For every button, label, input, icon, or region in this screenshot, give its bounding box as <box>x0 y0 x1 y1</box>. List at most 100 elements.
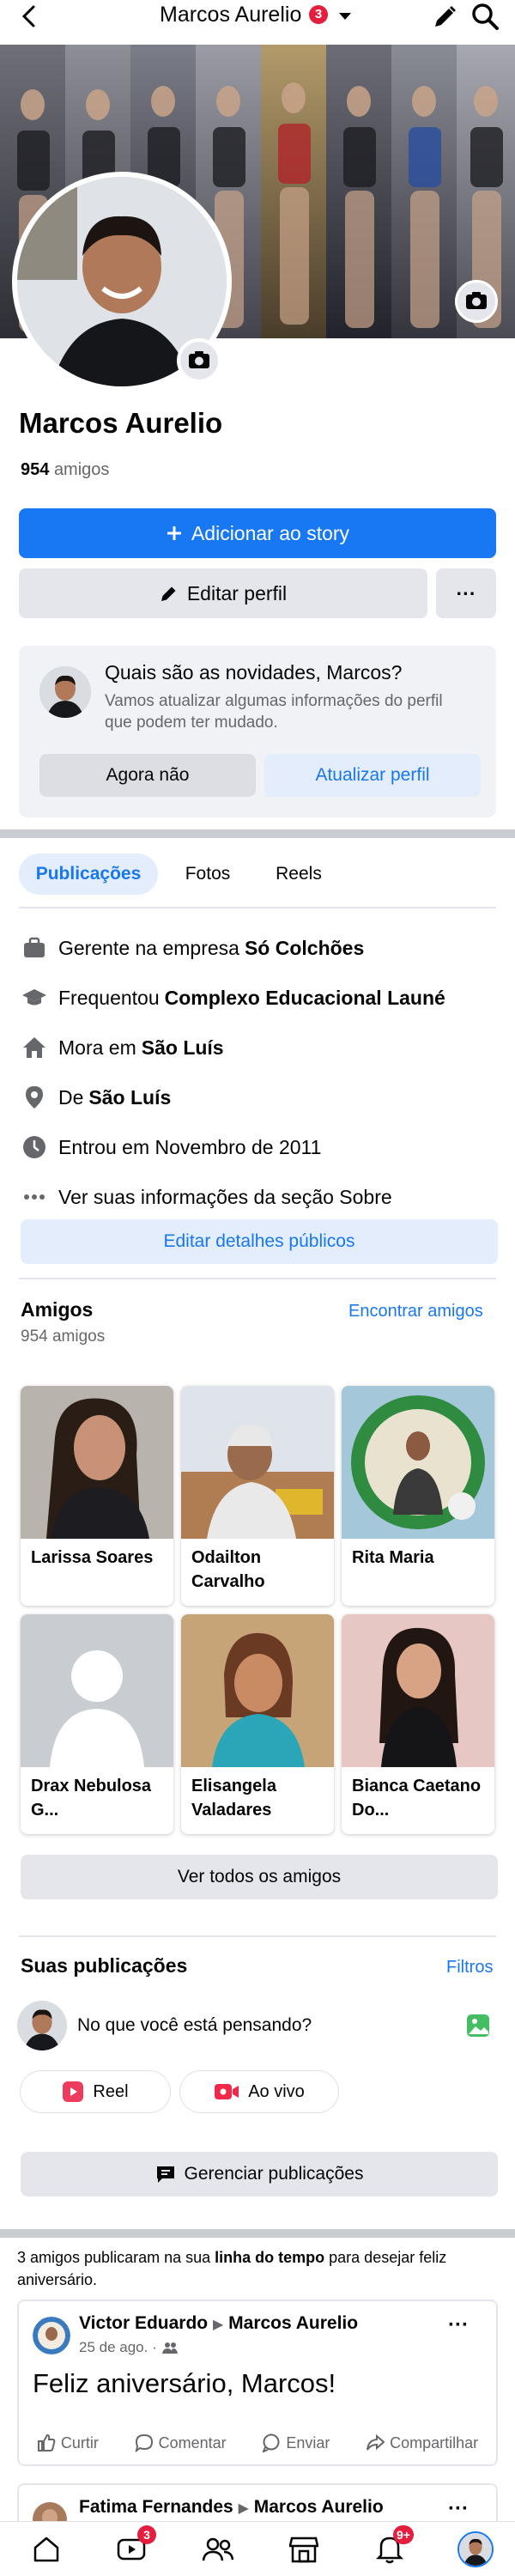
about-education: Frequentou Complexo Educacional Launé <box>21 981 445 1015</box>
about-education-bold[interactable]: Complexo Educacional Launé <box>165 987 445 1010</box>
post-author[interactable]: Victor Eduardo <box>79 2313 208 2333</box>
manage-posts-icon <box>155 2165 176 2184</box>
thumbs-up-icon <box>37 2433 56 2452</box>
clock-icon <box>21 1133 48 1161</box>
reel-button[interactable]: Reel <box>21 2071 170 2112</box>
nav-home[interactable] <box>21 2530 72 2568</box>
edit-profile-picture-camera-icon[interactable] <box>177 338 221 383</box>
friend-card[interactable]: Larissa Soares <box>21 1386 173 1606</box>
post-actions: Curtir Comentar Enviar Compartilhar <box>19 2421 496 2464</box>
update-profile-button[interactable]: Atualizar perfil <box>264 754 481 797</box>
friends-section-title: Amigos <box>21 1298 94 1321</box>
update-card-description: Vamos atualizar algumas informações do p… <box>105 692 443 732</box>
add-to-story-button[interactable]: Adicionar ao story <box>19 508 496 558</box>
live-video-icon <box>214 2082 239 2101</box>
edit-public-details-button[interactable]: Editar detalhes públicos <box>21 1219 498 1264</box>
divider <box>19 1278 496 1279</box>
friends-count-number: 954 <box>21 460 50 479</box>
section-divider <box>0 829 515 838</box>
post-author[interactable]: Fatima Fernandes <box>79 2497 233 2517</box>
post-composer-input[interactable]: No que você está pensando? <box>77 2015 312 2036</box>
about-joined-text: Entrou em Novembro de 2011 <box>58 1135 322 1158</box>
friend-name: Larissa Soares <box>31 1548 154 1567</box>
find-friends-link[interactable]: Encontrar amigos <box>348 1302 483 1321</box>
friend-card[interactable]: Rita Maria <box>342 1386 494 1606</box>
post-more-icon[interactable]: ··· <box>448 2497 469 2521</box>
nav-video[interactable]: 3 <box>106 2525 158 2568</box>
about-see-more[interactable]: Ver suas informações da seção Sobre <box>21 1180 392 1214</box>
about-from-bold[interactable]: São Luís <box>88 1086 171 1109</box>
avatar <box>39 666 91 718</box>
plus-icon <box>166 525 183 542</box>
about-education-text: Frequentou <box>58 986 160 1009</box>
about-lives-in-bold[interactable]: São Luís <box>142 1036 224 1060</box>
about-work-bold[interactable]: Só Colchões <box>245 937 364 960</box>
friends-section-count: 954 amigos <box>21 1327 106 1346</box>
profile-avatar-icon <box>457 2531 494 2567</box>
pencil-icon[interactable] <box>431 3 458 31</box>
birthday-note-text-a: 3 amigos publicaram na sua <box>17 2249 211 2266</box>
tab-fotos[interactable]: Fotos <box>168 854 247 895</box>
see-all-friends-button[interactable]: Ver todos os amigos <box>21 1855 498 1899</box>
marketplace-icon <box>289 2536 318 2563</box>
about-lives-in-text: Mora em <box>58 1036 136 1059</box>
bottom-navigation: 3 9+ <box>0 2521 515 2576</box>
post-text: Feliz aniversário, Marcos! <box>33 2368 336 2398</box>
post-more-icon[interactable]: ··· <box>448 2313 469 2337</box>
post-target[interactable]: Marcos Aurelio <box>228 2313 358 2333</box>
friend-name: Odailton Carvalho <box>191 1548 265 1591</box>
comment-button[interactable]: Comentar <box>135 2433 227 2452</box>
friend-name: Drax Nebulosa G... <box>31 1777 152 1820</box>
edit-profile-button[interactable]: Editar perfil <box>19 568 427 618</box>
send-button[interactable]: Enviar <box>262 2433 330 2452</box>
filters-link[interactable]: Filtros <box>446 1958 493 1978</box>
search-icon[interactable] <box>470 2 500 31</box>
live-label: Ao vivo <box>248 2081 305 2101</box>
notifications-badge: 9+ <box>393 2525 414 2544</box>
about-from-text: De <box>58 1085 84 1109</box>
avatar[interactable] <box>33 2317 70 2354</box>
friends-count[interactable]: 954 amigos <box>21 460 109 480</box>
edit-cover-camera-icon[interactable] <box>455 280 498 323</box>
friend-card[interactable]: Odailton Carvalho <box>181 1386 334 1606</box>
friend-card[interactable]: Elisangela Valadares <box>181 1614 334 1834</box>
triangle-right-icon: ▶ <box>238 2501 249 2516</box>
post-date[interactable]: 25 de ago. · <box>79 2339 157 2356</box>
reel-label: Reel <box>93 2081 129 2101</box>
tab-publicacoes[interactable]: Publicações <box>19 854 158 895</box>
location-pin-icon <box>21 1084 48 1111</box>
briefcase-icon <box>21 934 48 962</box>
avatar[interactable] <box>17 2001 67 2050</box>
post-target[interactable]: Marcos Aurelio <box>254 2497 384 2517</box>
about-lives-in: Mora em São Luís <box>21 1030 224 1065</box>
not-now-button[interactable]: Agora não <box>39 754 256 797</box>
more-dots-icon <box>21 1183 48 1211</box>
photo-icon[interactable] <box>465 2013 491 2038</box>
post-header: Fatima Fernandes ▶ Marcos Aurelio <box>79 2497 384 2518</box>
nav-profile[interactable] <box>450 2530 501 2568</box>
friend-card[interactable]: Drax Nebulosa G... <box>21 1614 173 1834</box>
post-meta: 25 de ago. · <box>79 2339 178 2356</box>
chevron-down-icon[interactable] <box>338 11 352 21</box>
friend-name: Elisangela Valadares <box>191 1777 276 1820</box>
like-button[interactable]: Curtir <box>37 2433 99 2452</box>
profile-title[interactable]: Marcos Aurelio <box>160 3 301 27</box>
friend-card[interactable]: Bianca Caetano Do... <box>342 1614 494 1834</box>
about-joined: Entrou em Novembro de 2011 <box>21 1130 321 1164</box>
nav-friends[interactable] <box>192 2530 244 2568</box>
manage-posts-button[interactable]: Gerenciar publicações <box>21 2152 498 2196</box>
more-options-button[interactable]: ··· <box>436 568 496 618</box>
birthday-note-bold[interactable]: linha do tempo <box>215 2249 324 2266</box>
like-label: Curtir <box>60 2433 99 2451</box>
tab-reels[interactable]: Reels <box>259 854 338 895</box>
about-work-text: Gerente na empresa <box>58 936 239 959</box>
divider <box>19 1935 496 1937</box>
nav-marketplace[interactable] <box>278 2530 330 2568</box>
back-arrow-icon[interactable] <box>17 3 43 29</box>
live-button[interactable]: Ao vivo <box>180 2071 338 2112</box>
whatsapp-icon <box>262 2433 281 2452</box>
share-button[interactable]: Compartilhar <box>366 2433 478 2452</box>
nav-notifications[interactable]: 9+ <box>364 2525 415 2568</box>
more-options-label: ··· <box>456 581 476 605</box>
friend-photo <box>21 1386 173 1539</box>
